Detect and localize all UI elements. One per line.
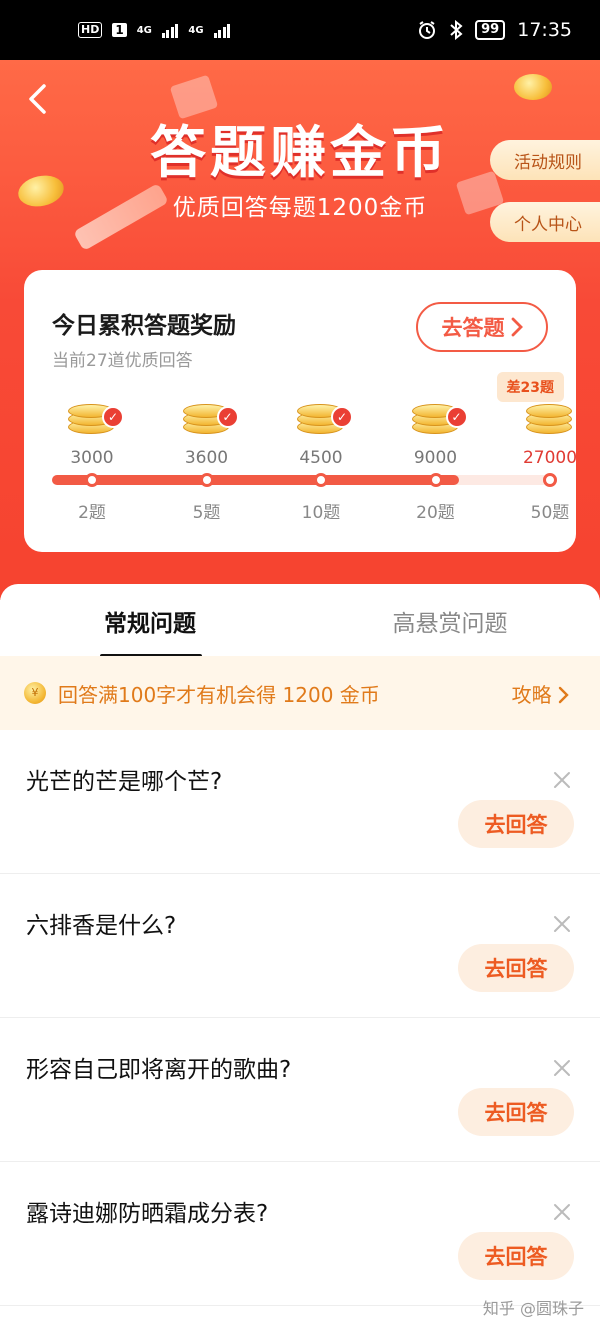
activity-rules-button[interactable]: 活动规则 bbox=[490, 140, 600, 180]
coin-stack-icon: ✓ bbox=[179, 398, 239, 438]
signal-icon bbox=[161, 22, 179, 38]
tab-high-reward-questions[interactable]: 高悬赏问题 bbox=[350, 604, 550, 638]
stage-question-count: 50题 bbox=[530, 503, 570, 523]
coin-stack-icon: ✓ bbox=[293, 398, 353, 438]
reward-amount: 9000 bbox=[413, 448, 458, 468]
question-item[interactable]: 六排香是什么? 去回答 bbox=[0, 874, 600, 1018]
notice-text: 回答满100字才有机会得 1200 金币 bbox=[58, 682, 380, 707]
close-icon[interactable] bbox=[550, 768, 574, 792]
go-answer-button[interactable]: 去答题 bbox=[416, 302, 548, 352]
battery-icon: 99 bbox=[475, 20, 506, 40]
clock: 17:35 bbox=[517, 19, 572, 41]
reward-amount: 3000 bbox=[70, 448, 114, 468]
net-label-2: 4G bbox=[188, 24, 204, 36]
progress-dot bbox=[543, 473, 557, 487]
status-bar: HD 1 4G 4G 99 17:35 bbox=[0, 0, 600, 60]
question-text[interactable]: 光芒的芒是哪个芒? bbox=[26, 762, 222, 796]
go-answer-label: 去答题 bbox=[441, 316, 505, 340]
question-sheet: 常规问题 高悬赏问题 ¥ 回答满100字才有机会得 1200 金币 攻略 光芒的… bbox=[0, 584, 600, 1333]
reward-amount: 3600 bbox=[184, 448, 229, 468]
reward-stage: ✓ 3000 bbox=[52, 398, 132, 468]
reward-stage: ✓ 4500 bbox=[281, 398, 361, 468]
coin-stack-icon: ✓ bbox=[64, 398, 124, 438]
progress-fill bbox=[52, 475, 459, 485]
check-icon: ✓ bbox=[102, 406, 124, 428]
progress-dot bbox=[314, 473, 328, 487]
coin-stack-icon bbox=[522, 398, 578, 438]
net-label-1: 4G bbox=[136, 24, 152, 36]
decorative-coin-icon bbox=[514, 74, 552, 100]
question-text[interactable]: 六排香是什么? bbox=[26, 906, 176, 940]
answer-button[interactable]: 去回答 bbox=[458, 1088, 574, 1136]
reward-stage: ✓ 9000 bbox=[396, 398, 476, 468]
strategy-label: 攻略 bbox=[511, 682, 552, 707]
daily-reward-card: 今日累积答题奖励 当前27道优质回答 去答题 差23题 ✓ 3000 2题 ✓ 3600… bbox=[24, 270, 577, 552]
question-text[interactable]: 露诗迪娜防晒霜成分表? bbox=[26, 1194, 268, 1228]
close-icon[interactable] bbox=[550, 912, 574, 936]
question-item[interactable]: 光芒的芒是哪个芒? 去回答 bbox=[0, 730, 600, 874]
question-item[interactable]: 露诗迪娜防晒霜成分表? 去回答 bbox=[0, 1162, 600, 1306]
signal-icon-2 bbox=[213, 22, 231, 38]
stage-question-count: 10题 bbox=[301, 503, 341, 523]
watermark: 知乎 @圆珠子 bbox=[482, 1299, 584, 1318]
strategy-link[interactable]: 攻略 bbox=[512, 679, 570, 708]
stage-question-count: 5题 bbox=[192, 503, 221, 523]
chevron-right-icon bbox=[558, 686, 569, 703]
close-icon[interactable] bbox=[550, 1056, 574, 1080]
sim-badge: 1 bbox=[112, 23, 127, 37]
reward-stage: ✓ 3600 bbox=[167, 398, 247, 468]
coin-icon: ¥ bbox=[24, 682, 46, 704]
reward-amount: 4500 bbox=[299, 448, 343, 468]
progress-dot bbox=[199, 473, 214, 487]
status-right: 99 17:35 bbox=[417, 19, 572, 41]
stage-question-count: 2题 bbox=[78, 503, 106, 523]
alarm-icon bbox=[419, 21, 436, 39]
bluetooth-icon bbox=[450, 20, 463, 40]
answer-button[interactable]: 去回答 bbox=[458, 800, 574, 848]
hd-badge: HD bbox=[78, 22, 103, 38]
answer-button[interactable]: 去回答 bbox=[458, 944, 574, 992]
check-icon: ✓ bbox=[331, 406, 353, 428]
personal-center-button[interactable]: 个人中心 bbox=[490, 202, 600, 242]
check-icon: ✓ bbox=[445, 406, 468, 428]
tab-regular-questions[interactable]: 常规问题 bbox=[50, 604, 250, 638]
answer-button[interactable]: 去回答 bbox=[458, 1232, 574, 1280]
coin-stack-icon: ✓ bbox=[408, 398, 468, 438]
reward-card-subtitle: 当前27道优质回答 bbox=[52, 351, 193, 371]
progress-dot bbox=[85, 473, 99, 487]
question-item[interactable]: 形容自己即将离开的歌曲? 去回答 bbox=[0, 1018, 600, 1162]
check-icon: ✓ bbox=[216, 406, 239, 428]
close-icon[interactable] bbox=[550, 1200, 574, 1224]
reward-amount: 27000 bbox=[522, 448, 578, 468]
status-left: HD 1 4G 4G bbox=[78, 22, 231, 38]
progress-track bbox=[52, 473, 557, 487]
notice-bar: ¥ 回答满100字才有机会得 1200 金币 攻略 bbox=[0, 656, 600, 730]
chevron-right-icon bbox=[511, 317, 523, 337]
question-text[interactable]: 形容自己即将离开的歌曲? bbox=[26, 1050, 291, 1084]
stage-question-count: 20题 bbox=[416, 503, 455, 523]
reward-stage: 27000 bbox=[510, 398, 590, 468]
reward-card-title: 今日累积答题奖励 bbox=[52, 313, 236, 339]
progress-dot bbox=[428, 473, 443, 487]
